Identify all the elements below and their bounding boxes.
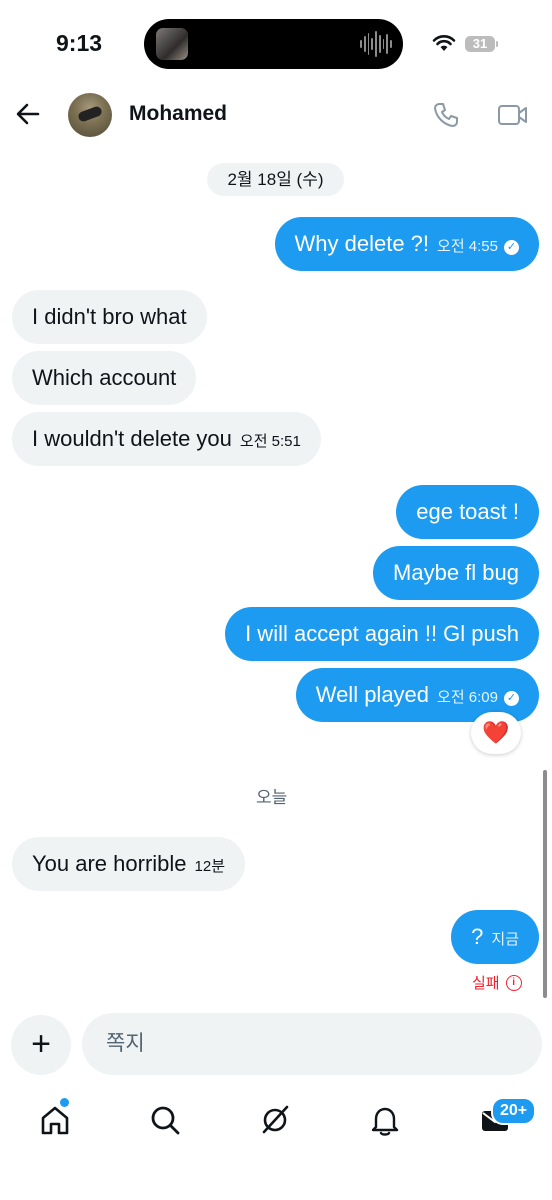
battery-indicator: 31 xyxy=(465,36,495,52)
message-text: Well played xyxy=(315,682,430,707)
battery-cap xyxy=(496,41,498,47)
message-timestamp: 오전 4:55 xyxy=(437,238,498,255)
message-text: Why delete ?! xyxy=(294,231,430,256)
message-timestamp: 오전 5:51 xyxy=(239,433,301,450)
message-text: Maybe fl bug xyxy=(393,560,519,585)
message-bubble-outgoing[interactable]: ? 지금 xyxy=(451,910,539,964)
date-divider-today: 오늘 xyxy=(256,788,288,807)
message-bubble-incoming[interactable]: Which account xyxy=(12,351,197,405)
date-divider: 2월 18일 (수) xyxy=(207,163,344,196)
notifications-bell-icon[interactable] xyxy=(365,1100,405,1140)
error-info-icon: i xyxy=(505,974,522,991)
grok-icon[interactable] xyxy=(255,1100,295,1140)
message-text: ? xyxy=(471,924,484,949)
contact-name[interactable]: Mohamed xyxy=(129,102,227,126)
message-text: You are horrible xyxy=(32,851,187,876)
status-time: 9:13 xyxy=(56,30,103,56)
message-text: I wouldn't delete you xyxy=(32,426,232,451)
message-bubble-incoming[interactable]: You are horrible 12분 xyxy=(12,837,246,891)
message-timestamp: 지금 xyxy=(491,931,519,948)
audio-waveform-icon xyxy=(360,30,393,58)
home-notification-dot xyxy=(60,1098,69,1107)
send-failed-status[interactable]: 실패 i xyxy=(472,972,522,993)
read-check-icon: ✓ xyxy=(504,240,519,255)
message-bubble-outgoing[interactable]: Why delete ?! 오전 4:55 ✓ xyxy=(274,217,539,271)
wifi-icon xyxy=(432,35,456,51)
message-bubble-incoming[interactable]: I didn't bro what xyxy=(12,290,207,344)
message-bubble-incoming[interactable]: I wouldn't delete you 오전 5:51 xyxy=(12,412,321,466)
message-text: Which account xyxy=(32,365,177,390)
message-text: I didn't bro what xyxy=(32,304,187,329)
now-playing-artwork xyxy=(156,28,188,60)
heart-reaction-icon[interactable]: ❤️ xyxy=(471,712,521,754)
message-text: ege toast ! xyxy=(416,499,519,524)
search-icon[interactable] xyxy=(145,1100,185,1140)
message-bubble-outgoing[interactable]: I will accept again !! Gl push xyxy=(225,607,539,661)
message-bubble-outgoing[interactable]: ege toast ! xyxy=(396,485,539,539)
contact-avatar[interactable] xyxy=(68,93,112,137)
video-call-icon[interactable] xyxy=(497,103,529,127)
message-bubble-outgoing[interactable]: Maybe fl bug xyxy=(373,546,539,600)
read-check-icon: ✓ xyxy=(504,691,519,706)
back-arrow-icon[interactable] xyxy=(14,100,42,128)
failed-label: 실패 xyxy=(472,975,500,992)
message-timestamp: 12분 xyxy=(194,858,226,875)
home-icon[interactable] xyxy=(35,1100,75,1140)
add-attachment-button[interactable]: + xyxy=(11,1015,71,1075)
messages-count-badge: 20+ xyxy=(491,1097,537,1125)
scrollbar[interactable] xyxy=(543,770,547,998)
message-text: I will accept again !! Gl push xyxy=(245,621,519,646)
phone-icon[interactable] xyxy=(432,101,460,129)
message-timestamp: 오전 6:09 xyxy=(437,689,498,706)
message-input[interactable] xyxy=(82,1013,542,1075)
